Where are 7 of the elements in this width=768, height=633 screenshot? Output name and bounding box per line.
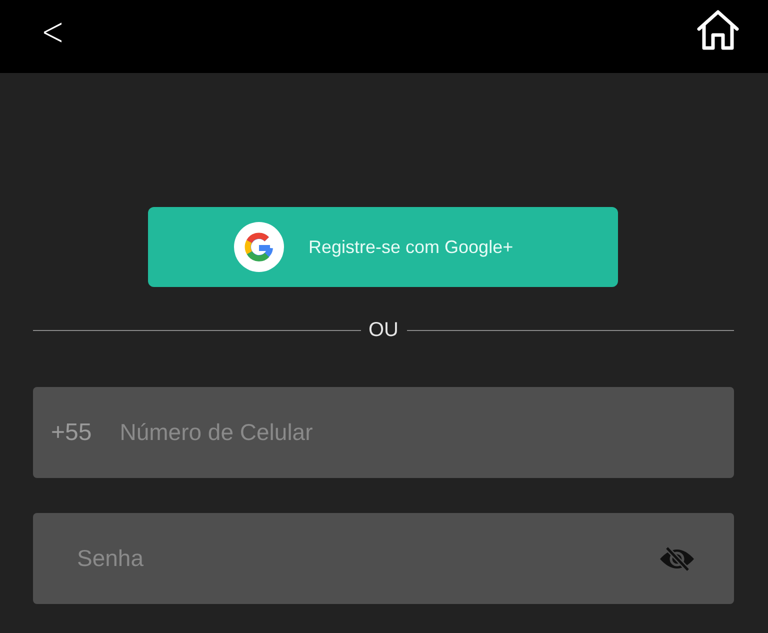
google-logo-icon: [232, 221, 284, 273]
phone-input-field[interactable]: Número de Celular: [120, 419, 696, 446]
password-input-field[interactable]: Senha: [77, 545, 658, 572]
country-code: +55: [51, 418, 92, 446]
home-icon[interactable]: [696, 8, 740, 50]
divider-label: OU: [368, 319, 398, 342]
back-button[interactable]: <: [36, 12, 69, 52]
